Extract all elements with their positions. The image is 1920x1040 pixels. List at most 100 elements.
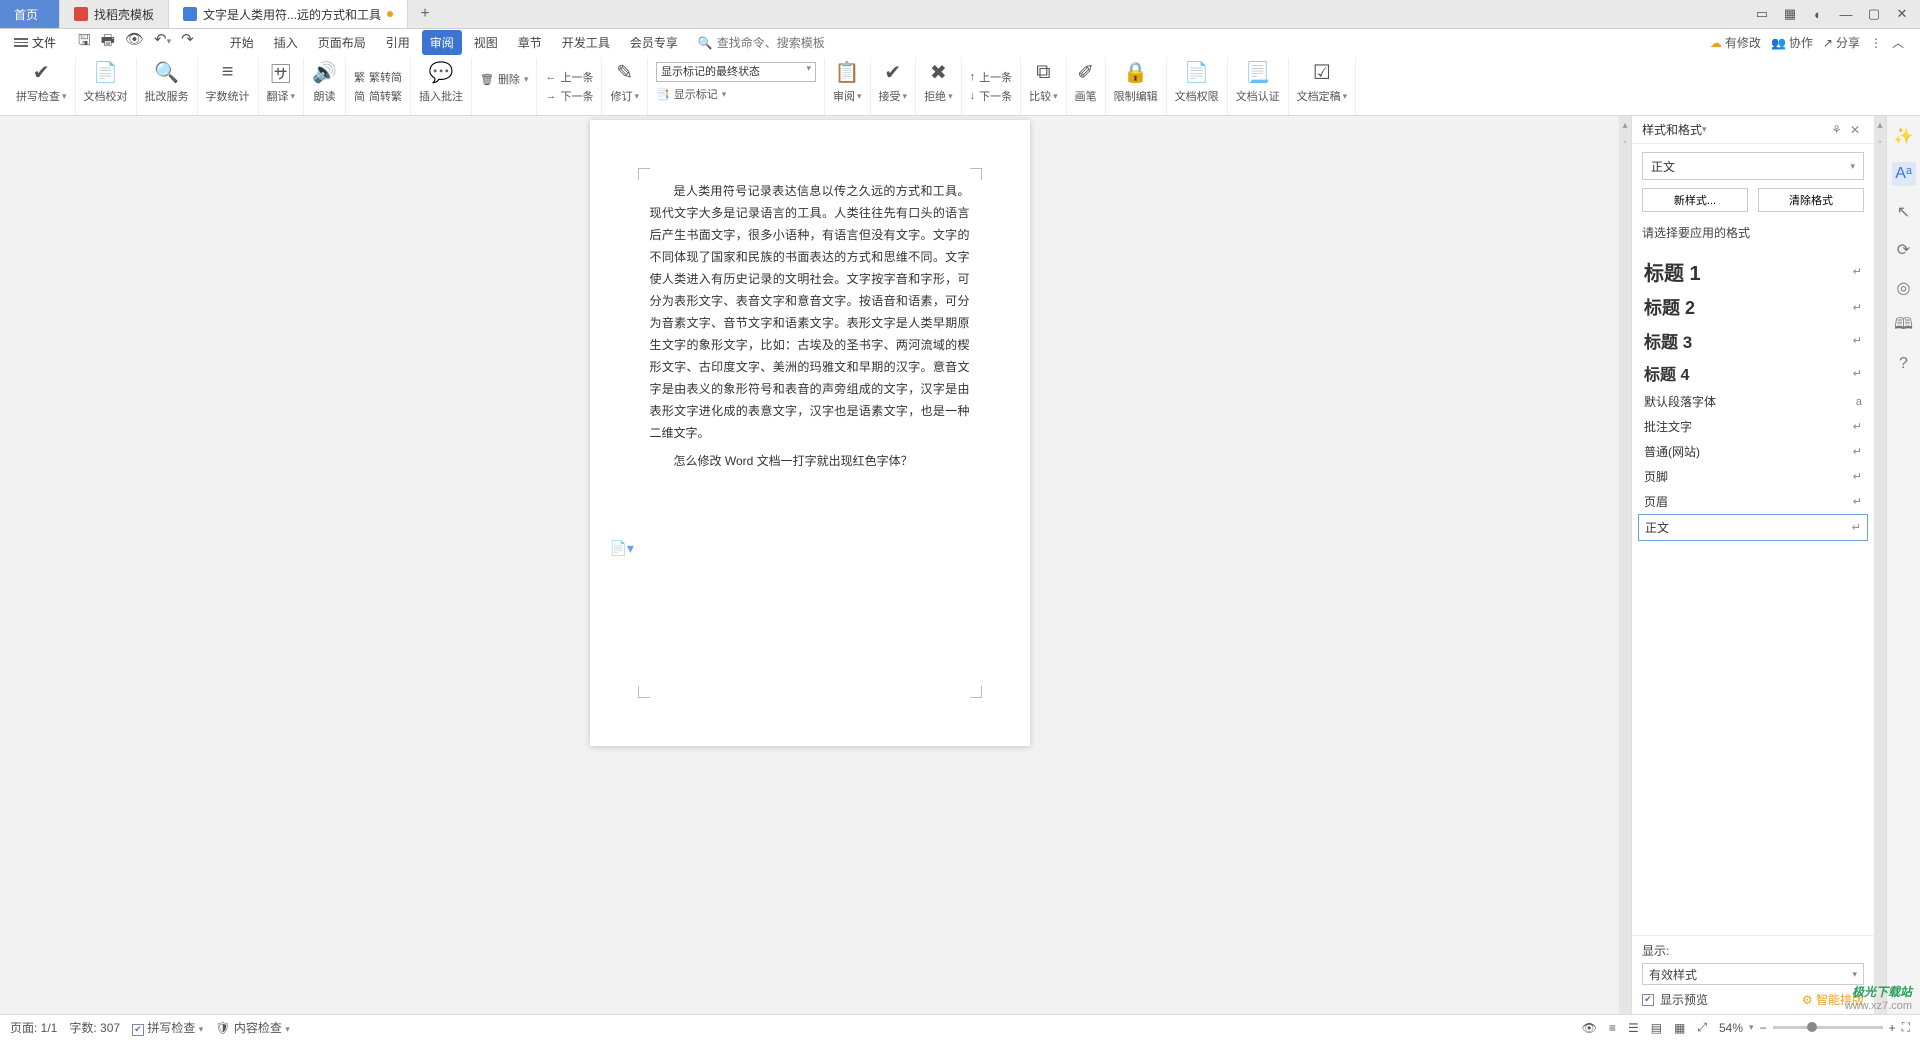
undo-icon[interactable]: ↶▾ bbox=[154, 30, 171, 55]
style-item[interactable]: 普通(网站)↵ bbox=[1638, 439, 1868, 464]
next-change-button[interactable]: ↓ 下一条 bbox=[970, 88, 1013, 104]
menu-insert[interactable]: 插入 bbox=[266, 30, 306, 55]
tab-template[interactable]: 找稻壳模板 bbox=[60, 0, 169, 28]
spellcheck-button[interactable]: ✔拼写检查▾ bbox=[8, 58, 76, 115]
style-item[interactable]: 标题 4↵ bbox=[1638, 357, 1868, 389]
trad-to-simp-button[interactable]: 繁 繁转简 bbox=[354, 69, 402, 85]
zoom-control[interactable]: 54%▾ − + ⛶ bbox=[1719, 1020, 1910, 1035]
menu-vip[interactable]: 会员专享 bbox=[622, 30, 686, 55]
page-indicator[interactable]: 页面: 1/1 bbox=[10, 1019, 57, 1036]
style-item[interactable]: 默认段落字体a bbox=[1638, 389, 1868, 414]
more-icon[interactable]: ⋮ bbox=[1870, 36, 1882, 50]
ai-layout-button[interactable]: ⚙ 智能排版 bbox=[1802, 991, 1864, 1008]
style-item[interactable]: 标题 2↵ bbox=[1638, 290, 1868, 324]
search-input[interactable] bbox=[717, 36, 877, 50]
markup-state-dropdown[interactable]: 显示标记的最终状态 ▾ bbox=[656, 62, 816, 82]
select-icon[interactable]: ↖ bbox=[1892, 200, 1916, 224]
search-box[interactable]: 🔍 bbox=[690, 36, 885, 50]
bookmark-icon[interactable]: 🕮 bbox=[1892, 314, 1916, 338]
document-page[interactable]: 是人类用符号记录表达信息以传之久远的方式和工具。现代文字大多是记录语言的工具。人… bbox=[590, 120, 1030, 746]
close-button[interactable]: ✕ bbox=[1890, 2, 1914, 26]
print-preview-icon[interactable]: 👁 bbox=[125, 30, 144, 55]
revise-button[interactable]: ✎修订▾ bbox=[602, 58, 648, 115]
spellcheck-status[interactable]: ✔ 拼写检查 ▾ bbox=[132, 1019, 203, 1036]
close-panel-icon[interactable]: ✕ bbox=[1846, 123, 1864, 137]
accept-button[interactable]: ✔接受▾ bbox=[871, 58, 917, 115]
document-viewport[interactable]: 是人类用符号记录表达信息以传之久远的方式和工具。现代文字大多是记录语言的工具。人… bbox=[0, 116, 1619, 1014]
eye-icon[interactable]: 👁 bbox=[1582, 1021, 1597, 1035]
tab-home[interactable]: 首页 bbox=[0, 0, 60, 28]
clear-format-button[interactable]: 清除格式 bbox=[1758, 188, 1864, 212]
next-comment-button[interactable]: → 下一条 bbox=[545, 88, 593, 104]
fit-icon[interactable]: ⤢ bbox=[1697, 1020, 1707, 1035]
docperm-button[interactable]: 📄文档权限 bbox=[1167, 58, 1228, 115]
save-icon[interactable]: 🖫 bbox=[78, 30, 91, 55]
maximize-button[interactable]: ▢ bbox=[1862, 2, 1886, 26]
doccert-button[interactable]: 📃文档认证 bbox=[1228, 58, 1289, 115]
preview-checkbox[interactable]: ✔ bbox=[1642, 994, 1654, 1006]
grid-icon[interactable]: ▦ bbox=[1778, 2, 1802, 26]
show-markup-dropdown[interactable]: 📑 显示标记 ▾ bbox=[656, 86, 816, 102]
gutter-up2-icon[interactable]: ▴ bbox=[1877, 120, 1882, 131]
simp-to-trad-button[interactable]: 简 简转繁 bbox=[354, 88, 402, 104]
coop-button[interactable]: 👥协作 bbox=[1771, 34, 1813, 51]
word-count[interactable]: 字数: 307 bbox=[69, 1019, 120, 1036]
new-tab-button[interactable]: + bbox=[408, 0, 442, 28]
paragraph-1[interactable]: 是人类用符号记录表达信息以传之久远的方式和工具。现代文字大多是记录语言的工具。人… bbox=[650, 180, 970, 444]
zoom-out-icon[interactable]: − bbox=[1760, 1021, 1767, 1035]
new-style-button[interactable]: 新样式... bbox=[1642, 188, 1748, 212]
pin-icon[interactable]: ⚘ bbox=[1827, 123, 1846, 137]
view-web-icon[interactable]: ▤ bbox=[1651, 1021, 1662, 1035]
menu-chapter[interactable]: 章节 bbox=[510, 30, 550, 55]
restrict-button[interactable]: 🔒限制编辑 bbox=[1106, 58, 1167, 115]
zoom-slider[interactable] bbox=[1773, 1026, 1883, 1029]
paragraph-2[interactable]: 怎么修改 Word 文档一打字就出现红色字体？ bbox=[650, 450, 970, 472]
style-item[interactable]: 正文↵ bbox=[1638, 514, 1868, 541]
outline-icon[interactable]: ⟳ bbox=[1892, 238, 1916, 262]
view-outline-icon[interactable]: ☰ bbox=[1628, 1021, 1639, 1035]
help-icon[interactable]: ? bbox=[1892, 352, 1916, 376]
collapse-ribbon-icon[interactable]: ︿ bbox=[1892, 34, 1904, 51]
read-button[interactable]: 🔊朗读 bbox=[304, 58, 346, 115]
menu-ref[interactable]: 引用 bbox=[378, 30, 418, 55]
menu-review[interactable]: 审阅 bbox=[422, 30, 462, 55]
content-check-status[interactable]: 🛡 内容检查 ▾ bbox=[215, 1019, 289, 1036]
fullscreen-icon[interactable]: ⛶ bbox=[1902, 1020, 1910, 1035]
gutter-up-icon[interactable]: ▴ bbox=[1622, 120, 1627, 131]
reject-button[interactable]: ✖拒绝▾ bbox=[916, 58, 962, 115]
layout-icon[interactable]: ▭ bbox=[1750, 2, 1774, 26]
show-filter-dropdown[interactable]: 有效样式▾ bbox=[1642, 963, 1864, 985]
tab-document[interactable]: 文字是人类用符...远的方式和工具 bbox=[169, 0, 408, 28]
menu-start[interactable]: 开始 bbox=[222, 30, 262, 55]
pen-button[interactable]: ✐画笔 bbox=[1067, 58, 1106, 115]
view-normal-icon[interactable]: ≡ bbox=[1609, 1021, 1616, 1035]
location-icon[interactable]: ◎ bbox=[1892, 276, 1916, 300]
view-read-icon[interactable]: ▦ bbox=[1674, 1021, 1685, 1035]
delete-comment-button[interactable]: 🗑 删除▾ bbox=[480, 71, 529, 87]
style-item[interactable]: 批注文字↵ bbox=[1638, 414, 1868, 439]
style-item[interactable]: 页眉↵ bbox=[1638, 489, 1868, 514]
approve-button[interactable]: 🔍批改服务 bbox=[137, 58, 198, 115]
menu-dev[interactable]: 开发工具 bbox=[554, 30, 618, 55]
effects-icon[interactable]: ✨ bbox=[1892, 124, 1916, 148]
review-pane-button[interactable]: 📋审阅▾ bbox=[825, 58, 871, 115]
prev-change-button[interactable]: ↑ 上一条 bbox=[970, 69, 1013, 85]
print-icon[interactable]: 🖶 bbox=[101, 30, 115, 55]
minimize-button[interactable]: — bbox=[1834, 2, 1858, 26]
style-item[interactable]: 标题 1↵ bbox=[1638, 253, 1868, 290]
docfinal-button[interactable]: ☑文档定稿▾ bbox=[1289, 58, 1357, 115]
file-menu[interactable]: 文件 bbox=[6, 34, 64, 51]
style-item[interactable]: 页脚↵ bbox=[1638, 464, 1868, 489]
current-style-dropdown[interactable]: 正文▾ bbox=[1642, 152, 1864, 180]
prev-comment-button[interactable]: ← 上一条 bbox=[545, 69, 593, 85]
redo-icon[interactable]: ↷ bbox=[181, 30, 194, 55]
menu-view[interactable]: 视图 bbox=[466, 30, 506, 55]
wordcount-button[interactable]: ≡字数统计 bbox=[198, 58, 259, 115]
menu-layout[interactable]: 页面布局 bbox=[310, 30, 374, 55]
skin-icon[interactable]: ◐ bbox=[1806, 2, 1830, 26]
style-item[interactable]: 标题 3↵ bbox=[1638, 324, 1868, 357]
share-button[interactable]: ↗分享 bbox=[1823, 34, 1860, 51]
changes-button[interactable]: ☁有修改 bbox=[1710, 34, 1761, 51]
zoom-in-icon[interactable]: + bbox=[1889, 1021, 1896, 1035]
styles-icon[interactable]: Aᵃ bbox=[1892, 162, 1916, 186]
